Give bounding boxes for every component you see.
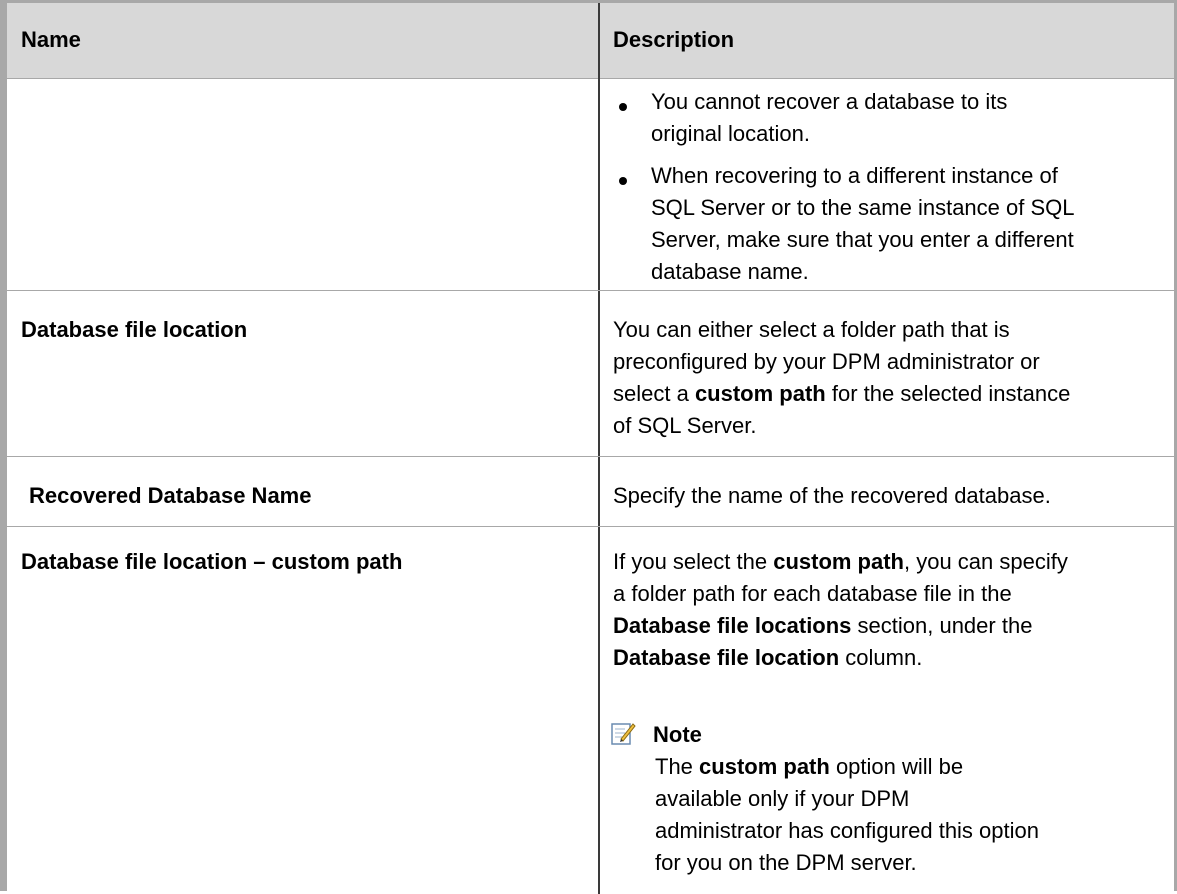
bullet-2-line-4: database name.: [651, 259, 809, 284]
row-name-database-file-location: Database file location: [21, 317, 248, 342]
bullet-1-line-1: You cannot recover a database to its: [651, 89, 1008, 114]
header-description: Description: [613, 27, 735, 52]
row-divider: [7, 526, 1174, 527]
note-line-3: administrator has configured this option: [655, 818, 1039, 843]
doc-table: Name Description You cannot recover a da…: [0, 0, 1177, 894]
note-title: Note: [653, 722, 702, 747]
bullet-2-line-2: SQL Server or to the same instance of SQ…: [651, 195, 1075, 220]
row-divider: [7, 290, 1174, 291]
row1-desc-line-4: of SQL Server.: [613, 413, 757, 438]
note-line-1: The custom path option will be: [655, 754, 964, 779]
bullet-2-line-1: When recovering to a different instance …: [651, 163, 1058, 188]
note-pencil-icon: [611, 723, 636, 745]
row-name-database-file-location-custom-path: Database file location – custom path: [21, 549, 403, 574]
row1-desc-line-2: preconfigured by your DPM administrator …: [613, 349, 1040, 374]
bullet-1-line-2: original location.: [651, 121, 810, 146]
row3-desc-line-3: Database file locations section, under t…: [613, 613, 1033, 638]
note-line-4: for you on the DPM server.: [655, 850, 917, 875]
row3-desc-line-1: If you select the custom path, you can s…: [613, 549, 1068, 574]
column-divider: [598, 3, 600, 894]
bullet-marker: [619, 177, 627, 185]
row3-desc-line-2: a folder path for each database file in …: [613, 581, 1012, 606]
row-divider: [7, 456, 1174, 457]
header-name: Name: [21, 27, 81, 52]
row3-desc-line-4: Database file location column.: [613, 645, 923, 670]
row1-desc-line-1: You can either select a folder path that…: [613, 317, 1010, 342]
note-line-2: available only if your DPM: [655, 786, 910, 811]
row2-description: Specify the name of the recovered databa…: [613, 483, 1051, 508]
bullet-2-line-3: Server, make sure that you enter a diffe…: [651, 227, 1074, 252]
bullet-marker: [619, 103, 627, 111]
row1-desc-line-3: select a custom path for the selected in…: [613, 381, 1071, 406]
table-header-row: [7, 3, 1174, 79]
row-name-recovered-database-name: Recovered Database Name: [29, 483, 312, 508]
